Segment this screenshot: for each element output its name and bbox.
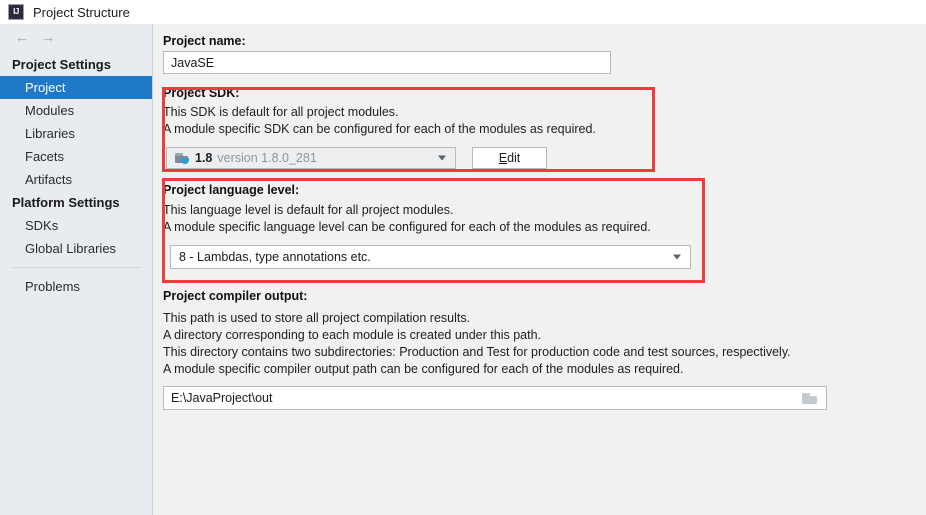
settings-sidebar: ← → Project Settings Project Modules Lib…	[0, 24, 153, 515]
project-sdk-combobox[interactable]: 1.8 version 1.8.0_281	[166, 147, 456, 169]
project-compiler-output-value: E:\JavaProject\out	[171, 391, 273, 405]
sidebar-item-sdks[interactable]: SDKs	[0, 214, 152, 237]
java-sdk-icon	[175, 152, 189, 164]
sidebar-item-libraries[interactable]: Libraries	[0, 122, 152, 145]
sidebar-item-problems[interactable]: Problems	[0, 275, 152, 298]
sidebar-item-label: Problems	[25, 279, 80, 294]
sidebar-item-modules[interactable]: Modules	[0, 99, 152, 122]
edit-sdk-button[interactable]: Edit	[472, 147, 547, 169]
project-language-level-combobox[interactable]: 8 - Lambdas, type annotations etc.	[170, 245, 691, 269]
project-sdk-version-full: version 1.8.0_281	[217, 151, 317, 165]
sidebar-list: Project Settings Project Modules Librari…	[0, 53, 152, 298]
sidebar-item-project[interactable]: Project	[0, 76, 152, 99]
project-name-value: JavaSE	[171, 55, 215, 70]
sidebar-group-project-settings: Project Settings	[12, 57, 111, 72]
sidebar-divider	[12, 267, 142, 268]
project-language-level-desc-line-1: This language level is default for all p…	[163, 203, 454, 217]
project-compiler-output-desc-line-3: This directory contains two subdirectori…	[163, 345, 791, 359]
project-compiler-output-desc-line-4: A module specific compiler output path c…	[163, 362, 684, 376]
navigation-arrows: ← →	[0, 24, 152, 51]
sidebar-group-platform-settings: Platform Settings	[12, 195, 120, 210]
intellij-idea-icon-text: IJ	[13, 7, 19, 16]
project-language-level-value: 8 - Lambdas, type annotations etc.	[179, 250, 371, 264]
sidebar-item-label: Artifacts	[25, 172, 72, 187]
sidebar-item-label: Global Libraries	[25, 241, 117, 256]
sidebar-item-label: Project	[25, 80, 66, 95]
project-compiler-output-desc-line-1: This path is used to store all project c…	[163, 311, 471, 325]
intellij-idea-icon: IJ	[8, 4, 24, 20]
sidebar-item-label: SDKs	[25, 218, 59, 233]
sidebar-item-global-libraries[interactable]: Global Libraries	[0, 237, 152, 260]
sidebar-item-label: Libraries	[25, 126, 75, 141]
edit-sdk-button-mnemonic: E	[498, 151, 508, 165]
chevron-down-icon	[438, 155, 446, 161]
sidebar-item-label: Modules	[25, 103, 75, 118]
project-name-label: Project name:	[163, 34, 246, 48]
project-compiler-output-label: Project compiler output:	[163, 289, 308, 303]
project-sdk-desc-line-1: This SDK is default for all project modu…	[163, 105, 399, 119]
project-language-level-desc-line-2: A module specific language level can be …	[163, 220, 651, 234]
project-language-level-label: Project language level:	[163, 183, 300, 197]
project-compiler-output-input[interactable]: E:\JavaProject\out	[163, 386, 827, 410]
window-title-bar: IJ Project Structure	[0, 0, 926, 24]
project-compiler-output-desc-line-2: A directory corresponding to each module…	[163, 328, 541, 342]
sidebar-item-artifacts[interactable]: Artifacts	[0, 168, 152, 191]
project-sdk-desc-line-2: A module specific SDK can be configured …	[163, 122, 596, 136]
project-sdk-version-short: 1.8	[195, 151, 213, 165]
edit-sdk-button-rest: dit	[507, 151, 521, 165]
edit-sdk-button-label: Edit	[499, 151, 521, 165]
folder-browse-icon[interactable]	[802, 392, 817, 404]
arrow-right-icon[interactable]: →	[35, 28, 61, 48]
chevron-down-icon	[673, 254, 681, 260]
project-name-input[interactable]: JavaSE	[163, 51, 611, 74]
sidebar-item-label: Facets	[25, 149, 65, 164]
project-sdk-label: Project SDK:	[163, 86, 240, 100]
project-settings-panel: Project name: JavaSE Project SDK: This S…	[154, 24, 926, 515]
sidebar-item-facets[interactable]: Facets	[0, 145, 152, 168]
arrow-left-icon[interactable]: ←	[9, 28, 35, 48]
window-title: Project Structure	[33, 4, 130, 20]
